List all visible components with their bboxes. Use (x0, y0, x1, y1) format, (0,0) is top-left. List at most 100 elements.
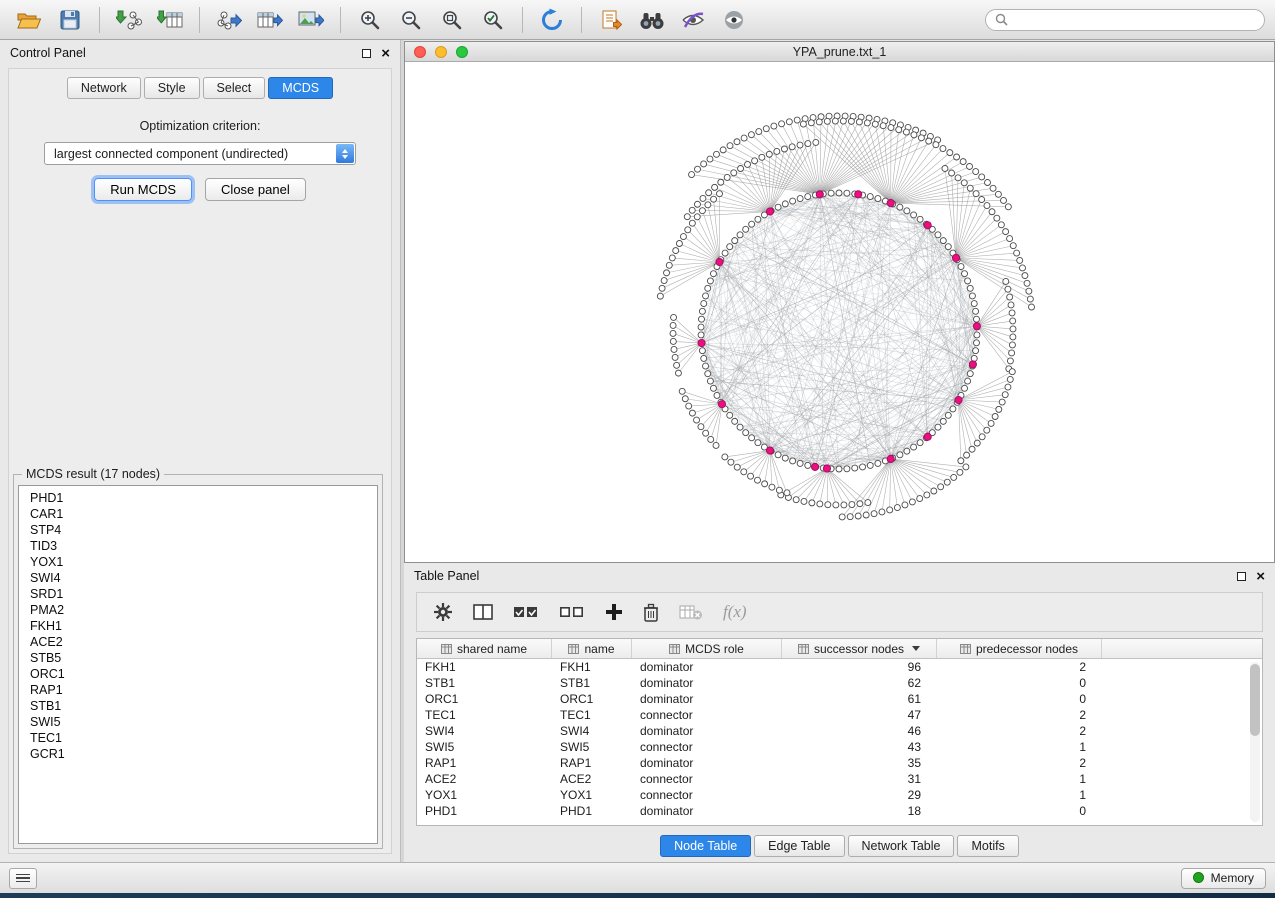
column-header-predecessor-nodes[interactable]: predecessor nodes (937, 639, 1102, 658)
checked-boxes-icon (513, 604, 539, 620)
tab-network[interactable]: Network (67, 77, 141, 99)
column-header-shared-name[interactable]: shared name (417, 639, 552, 658)
table-cell: 1 (937, 740, 1102, 754)
list-item[interactable]: STP4 (19, 522, 377, 538)
list-item[interactable]: GCR1 (19, 746, 377, 762)
table-row[interactable]: ACE2ACE2connector311 (417, 771, 1262, 787)
mcds-result-title: MCDS result (17 nodes) (22, 467, 164, 481)
table-row[interactable]: FKH1FKH1dominator962 (417, 659, 1262, 675)
deselect-all-button[interactable] (559, 604, 585, 620)
tab-select[interactable]: Select (203, 77, 266, 99)
refresh-icon (540, 8, 564, 32)
list-item[interactable]: RAP1 (19, 682, 377, 698)
table-row[interactable]: STB1STB1dominator620 (417, 675, 1262, 691)
tab-mcds[interactable]: MCDS (268, 77, 333, 99)
table-cell: 62 (782, 676, 937, 690)
float-panel-icon[interactable] (362, 49, 371, 58)
table-scrollbar[interactable] (1250, 662, 1260, 822)
table-row[interactable]: PHD1PHD1dominator180 (417, 803, 1262, 819)
table-row[interactable]: RAP1RAP1dominator352 (417, 755, 1262, 771)
list-item[interactable]: SRD1 (19, 586, 377, 602)
search-input[interactable] (1014, 13, 1255, 27)
close-panel-icon[interactable]: × (1256, 569, 1265, 584)
import-network-button[interactable] (110, 5, 148, 35)
list-item[interactable]: STB5 (19, 650, 377, 666)
table-tab-node-table[interactable]: Node Table (660, 835, 751, 857)
find-button[interactable] (633, 5, 671, 35)
export-table-button[interactable] (251, 5, 289, 35)
table-row[interactable]: SWI5SWI5connector431 (417, 739, 1262, 755)
table-cell: RAP1 (417, 756, 552, 770)
zoom-selected-icon (482, 9, 504, 31)
network-canvas[interactable] (405, 62, 1274, 562)
column-header-name[interactable]: name (552, 639, 632, 658)
zoom-out-button[interactable] (392, 5, 430, 35)
table-tab-network-table[interactable]: Network Table (848, 835, 955, 857)
save-button[interactable] (51, 5, 89, 35)
minimize-window-icon[interactable] (435, 46, 447, 58)
table-tab-motifs[interactable]: Motifs (957, 835, 1018, 857)
panel-menu-button[interactable] (9, 868, 37, 889)
mcds-result-list[interactable]: PHD1CAR1STP4TID3YOX1SWI4SRD1PMA2FKH1ACE2… (18, 485, 378, 844)
zoom-selected-button[interactable] (474, 5, 512, 35)
scrollbar-thumb[interactable] (1250, 664, 1260, 736)
show-columns-button[interactable] (473, 603, 493, 621)
close-panel-icon[interactable]: × (381, 46, 390, 61)
memory-button[interactable]: Memory (1181, 868, 1266, 889)
list-item[interactable]: ACE2 (19, 634, 377, 650)
zoom-fit-icon (441, 9, 463, 31)
add-column-button[interactable] (605, 603, 623, 621)
show-hidden-button[interactable] (715, 5, 753, 35)
tab-style[interactable]: Style (144, 77, 200, 99)
import-table-button[interactable] (151, 5, 189, 35)
close-window-icon[interactable] (414, 46, 426, 58)
list-item[interactable]: SWI4 (19, 570, 377, 586)
table-settings-button[interactable] (433, 602, 453, 622)
unchecked-boxes-icon (559, 604, 585, 620)
run-mcds-button[interactable]: Run MCDS (94, 178, 192, 201)
table-row[interactable]: TEC1TEC1connector472 (417, 707, 1262, 723)
zoom-fit-button[interactable] (433, 5, 471, 35)
hide-selected-button[interactable] (674, 5, 712, 35)
select-all-button[interactable] (513, 604, 539, 620)
table-row[interactable]: YOX1YOX1connector291 (417, 787, 1262, 803)
table-cell: 0 (937, 692, 1102, 706)
table-cell: 2 (937, 708, 1102, 722)
close-panel-button[interactable]: Close panel (205, 178, 306, 201)
toolbar-separator (99, 7, 100, 33)
list-item[interactable]: FKH1 (19, 618, 377, 634)
zoom-in-button[interactable] (351, 5, 389, 35)
list-item[interactable]: PMA2 (19, 602, 377, 618)
export-network-button[interactable] (210, 5, 248, 35)
column-header-successor-nodes[interactable]: successor nodes (782, 639, 937, 658)
table-row[interactable]: ORC1ORC1dominator610 (417, 691, 1262, 707)
table-cell: dominator (632, 676, 782, 690)
function-builder-button[interactable]: f(x) (723, 602, 747, 622)
list-item[interactable]: CAR1 (19, 506, 377, 522)
list-item[interactable]: PHD1 (19, 490, 377, 506)
table-cell: 1 (937, 788, 1102, 802)
status-bar: Memory (0, 862, 1275, 893)
delete-column-button[interactable] (643, 603, 659, 622)
search-icon (995, 13, 1008, 26)
list-item[interactable]: STB1 (19, 698, 377, 714)
refresh-layout-button[interactable] (533, 5, 571, 35)
criterion-dropdown[interactable]: largest connected component (undirected) (44, 142, 356, 165)
list-item[interactable]: ORC1 (19, 666, 377, 682)
column-header-MCDS-role[interactable]: MCDS role (632, 639, 782, 658)
table-row[interactable]: SWI4SWI4dominator462 (417, 723, 1262, 739)
float-panel-icon[interactable] (1237, 572, 1246, 581)
list-item[interactable]: SWI5 (19, 714, 377, 730)
clone-network-button[interactable] (592, 5, 630, 35)
export-image-button[interactable] (292, 5, 330, 35)
search-box[interactable] (985, 9, 1265, 31)
table-tab-edge-table[interactable]: Edge Table (754, 835, 844, 857)
list-item[interactable]: TID3 (19, 538, 377, 554)
list-item[interactable]: TEC1 (19, 730, 377, 746)
open-button[interactable] (10, 5, 48, 35)
table-cell: dominator (632, 692, 782, 706)
delete-table-button[interactable] (679, 604, 703, 620)
eye-slash-icon (681, 10, 705, 30)
maximize-window-icon[interactable] (456, 46, 468, 58)
list-item[interactable]: YOX1 (19, 554, 377, 570)
